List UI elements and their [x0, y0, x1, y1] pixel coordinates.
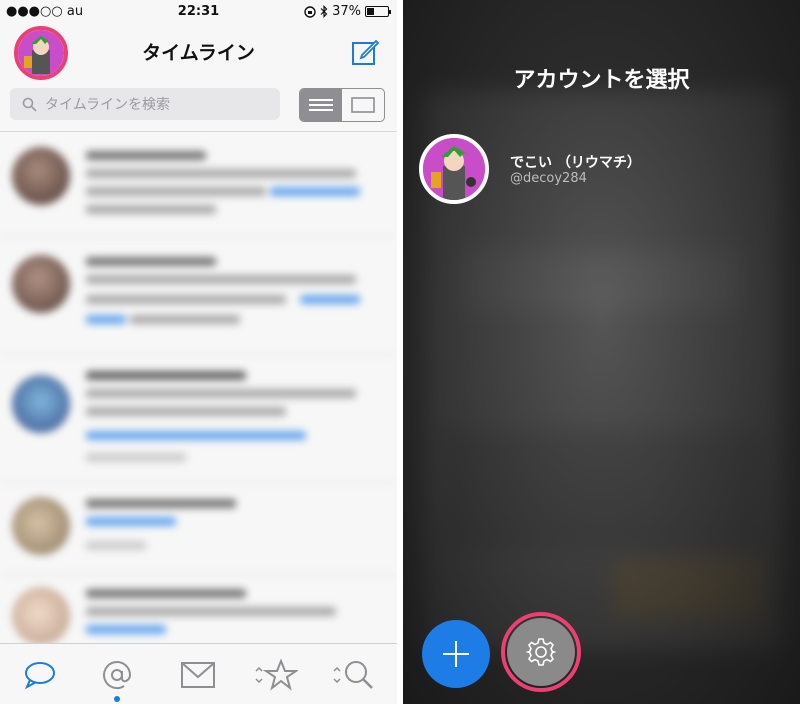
account-name: でこい （リウマチ）	[510, 155, 641, 171]
tab-mentions[interactable]	[97, 656, 137, 694]
tab-messages[interactable]	[178, 656, 218, 694]
vignette-overlay	[403, 0, 800, 704]
avatar	[12, 375, 70, 433]
account-handle: @decoy284	[510, 171, 587, 186]
tab-timeline[interactable]	[20, 656, 60, 694]
search-placeholder: タイムラインを検索	[45, 97, 171, 113]
blurred-text	[86, 431, 306, 440]
blurred-text	[86, 205, 216, 214]
rotation-lock-icon	[304, 5, 316, 18]
avatar-illustration	[423, 138, 485, 200]
account-picker-screen: アカウントを選択 でこい （リウマチ） @decoy284	[403, 0, 800, 704]
battery-percent: 37%	[332, 4, 361, 19]
at-sign-icon	[103, 661, 132, 689]
mail-icon	[181, 662, 215, 688]
nav-bar: タイムライン	[0, 22, 397, 80]
avatar	[12, 255, 70, 313]
list-item[interactable]	[0, 237, 397, 355]
blurred-text	[130, 315, 240, 324]
blurred-text	[86, 371, 246, 380]
list-item[interactable]	[0, 355, 397, 483]
blurred-text	[86, 295, 286, 304]
tab-bar	[0, 643, 397, 704]
list-item[interactable]	[0, 133, 397, 237]
blurred-text	[86, 169, 356, 178]
search-icon	[333, 661, 373, 689]
avatar	[12, 497, 70, 555]
timeline-feed	[0, 133, 397, 645]
blurred-text	[86, 315, 126, 324]
blurred-text	[270, 187, 360, 196]
blurred-text	[86, 407, 286, 416]
avatar	[12, 147, 70, 205]
magnifier-icon	[22, 97, 37, 112]
list-item[interactable]	[0, 483, 397, 575]
card-icon	[351, 97, 375, 113]
view-mode-segment	[299, 88, 385, 122]
tab-favorites[interactable]	[252, 656, 300, 694]
avatar	[419, 134, 489, 204]
list-view-button[interactable]	[300, 89, 342, 121]
blurred-text	[86, 589, 246, 598]
status-bar: ●●●○○ au 22:31 37%	[0, 0, 397, 22]
battery-icon	[365, 6, 391, 17]
settings-button-face	[507, 618, 575, 686]
unread-dot	[114, 696, 120, 702]
blurred-text	[86, 389, 356, 398]
blurred-text	[86, 187, 266, 196]
blurred-text	[86, 275, 356, 284]
search-input[interactable]: タイムラインを検索	[10, 88, 280, 120]
blurred-text	[86, 151, 206, 160]
blurred-text	[86, 541, 146, 550]
blurred-text	[86, 625, 166, 634]
search-row: タイムラインを検索	[0, 80, 397, 132]
settings-button[interactable]	[501, 612, 581, 692]
plus-icon	[443, 641, 469, 667]
card-view-button[interactable]	[342, 89, 384, 121]
status-right: 37%	[304, 4, 391, 19]
blurred-text	[86, 517, 176, 526]
blurred-text	[86, 257, 216, 266]
gear-icon	[526, 638, 556, 666]
speech-bubble-icon	[25, 662, 55, 689]
panel-title: アカウントを選択	[513, 68, 690, 93]
bluetooth-icon	[320, 5, 328, 18]
compose-icon[interactable]	[351, 38, 379, 66]
account-row[interactable]: でこい （リウマチ） @decoy284	[419, 132, 789, 204]
star-icon	[255, 659, 298, 691]
tab-search[interactable]	[330, 656, 378, 694]
blurred-text	[300, 295, 360, 304]
page-title: タイムライン	[142, 42, 255, 64]
blurred-text	[86, 499, 236, 508]
battery-level	[367, 8, 375, 15]
blurred-text	[86, 453, 186, 462]
list-icon	[309, 99, 333, 111]
timeline-screen: ●●●○○ au 22:31 37% タイムライン タイムラインを検索	[0, 0, 397, 704]
avatar	[12, 587, 70, 645]
blurred-text	[86, 607, 336, 616]
add-account-button[interactable]	[422, 620, 490, 688]
